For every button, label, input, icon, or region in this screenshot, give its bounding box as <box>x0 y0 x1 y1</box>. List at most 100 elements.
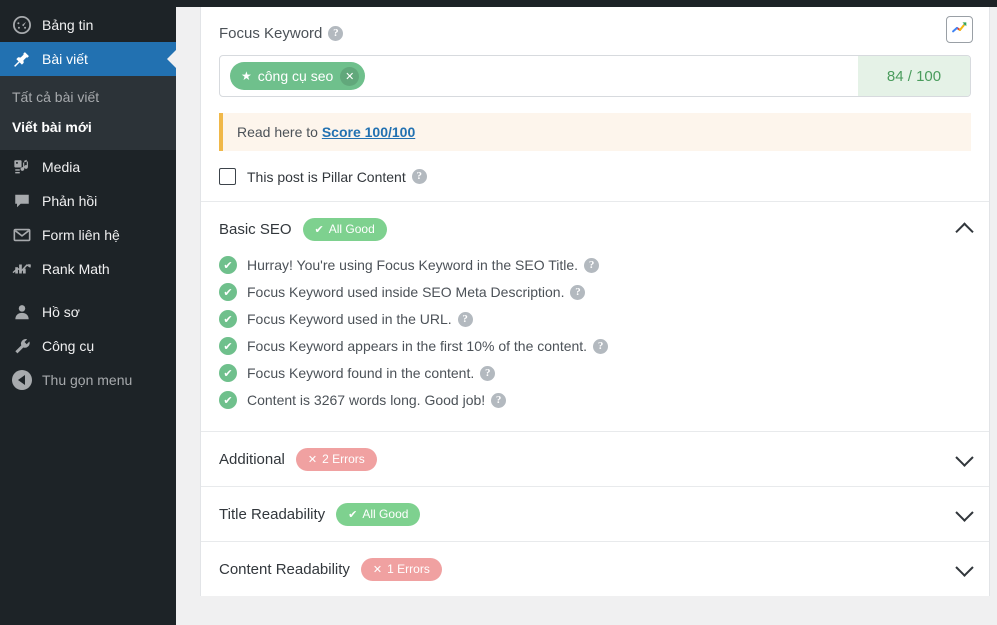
chevron-down-icon[interactable] <box>955 558 974 577</box>
submenu-item-new-post[interactable]: Viết bài mới <box>0 112 176 142</box>
focus-keyword-tag[interactable]: ★ công cụ seo ✕ <box>230 62 366 90</box>
help-icon[interactable]: ? <box>480 365 496 381</box>
wrench-icon <box>10 336 34 356</box>
help-icon[interactable]: ? <box>570 284 586 300</box>
section-additional: Additional ✕ 2 Errors <box>201 432 989 487</box>
focus-keyword-title: Focus Keyword <box>219 25 323 42</box>
close-icon: ✕ <box>307 453 318 466</box>
close-icon: ✕ <box>372 563 383 576</box>
score-notice: Read here to Score 100/100 <box>219 113 971 151</box>
sidebar-item-dashboard[interactable]: Bảng tin <box>0 8 176 42</box>
score-notice-text: Read here to <box>237 124 322 140</box>
focus-keyword-header: Focus Keyword ? <box>219 25 971 42</box>
help-icon[interactable]: ? <box>457 311 473 327</box>
section-title: Content Readability <box>219 560 350 578</box>
sidebar-item-profile[interactable]: Hồ sơ <box>0 295 176 329</box>
star-icon: ★ <box>241 69 252 83</box>
pin-icon <box>10 49 34 69</box>
media-icon <box>10 157 34 177</box>
section-header[interactable]: Additional ✕ 2 Errors <box>201 432 989 486</box>
remove-keyword-icon[interactable]: ✕ <box>340 66 360 86</box>
help-icon[interactable]: ? <box>584 257 600 273</box>
section-header[interactable]: Basic SEO ✔ All Good <box>201 202 989 256</box>
focus-keyword-tag-list: ★ công cụ seo ✕ <box>220 56 858 96</box>
focus-keyword-section: Focus Keyword ? ★ công cụ seo ✕ 84 / 100… <box>201 7 989 202</box>
chevron-down-icon[interactable] <box>955 448 974 467</box>
check-circle-icon: ✔ <box>219 256 237 274</box>
google-trends-icon <box>951 19 968 41</box>
score-notice-link[interactable]: Score 100/100 <box>322 124 415 140</box>
list-item: ✔ Focus Keyword appears in the first 10%… <box>219 337 971 355</box>
sidebar-item-media[interactable]: Media <box>0 150 176 184</box>
rank-math-icon <box>10 259 34 279</box>
focus-keyword-input[interactable]: ★ công cụ seo ✕ 84 / 100 <box>219 55 971 97</box>
dashboard-icon <box>10 15 34 35</box>
status-badge-label: All Good <box>362 507 409 521</box>
focus-keyword-tag-label: công cụ seo <box>257 68 334 84</box>
wordpress-admin-screen: Bảng tin Bài viết Tất cả bài viết Viết b… <box>0 0 997 625</box>
help-icon[interactable]: ? <box>411 169 427 184</box>
list-item-label: Focus Keyword used in the URL. <box>247 311 452 327</box>
section-header[interactable]: Title Readability ✔ All Good <box>201 487 989 541</box>
rank-math-seo-panel: Focus Keyword ? ★ công cụ seo ✕ 84 / 100… <box>200 7 990 596</box>
sidebar-item-label: Media <box>42 159 81 175</box>
sidebar-item-label: Bảng tin <box>42 17 94 33</box>
pillar-content-label: This post is Pillar Content <box>247 168 406 185</box>
status-badge: ✔ All Good <box>336 502 421 526</box>
check-circle-icon: ✔ <box>219 283 237 301</box>
collapse-menu-button[interactable]: Thu gọn menu <box>0 363 176 397</box>
check-circle-icon: ✔ <box>219 337 237 355</box>
collapse-left-icon <box>10 370 34 390</box>
check-circle-icon: ✔ <box>219 364 237 382</box>
sidebar-item-label: Hồ sơ <box>42 304 80 320</box>
check-icon: ✔ <box>348 508 358 521</box>
help-icon[interactable]: ? <box>328 26 344 41</box>
help-icon[interactable]: ? <box>491 392 507 408</box>
sidebar-item-contact-form[interactable]: Form liên hệ <box>0 218 176 252</box>
status-badge: ✕ 2 Errors <box>295 447 377 471</box>
list-item: ✔ Hurray! You're using Focus Keyword in … <box>219 256 971 274</box>
list-item-label: Focus Keyword used inside SEO Meta Descr… <box>247 284 565 300</box>
section-title-readability: Title Readability ✔ All Good <box>201 487 989 542</box>
sidebar-item-rank-math[interactable]: Rank Math <box>0 252 176 286</box>
status-badge: ✕ 1 Errors <box>360 557 442 581</box>
sidebar-item-label: Form liên hệ <box>42 227 120 243</box>
list-item-label: Focus Keyword found in the content. <box>247 365 475 381</box>
envelope-icon <box>10 225 34 245</box>
sidebar-item-tools[interactable]: Công cụ <box>0 329 176 363</box>
pillar-content-row[interactable]: This post is Pillar Content ? <box>219 168 971 185</box>
list-item: ✔ Focus Keyword found in the content. ? <box>219 364 971 382</box>
status-badge-label: 2 Errors <box>322 452 365 466</box>
main-content: Focus Keyword ? ★ công cụ seo ✕ 84 / 100… <box>176 0 997 625</box>
sidebar-item-comments[interactable]: Phản hồi <box>0 184 176 218</box>
collapse-menu-label: Thu gọn menu <box>42 372 133 388</box>
check-icon: ✔ <box>314 223 324 236</box>
section-title: Title Readability <box>219 505 326 523</box>
section-content-readability: Content Readability ✕ 1 Errors <box>201 542 989 596</box>
help-icon[interactable]: ? <box>593 338 609 354</box>
menu-separator <box>0 286 176 295</box>
check-circle-icon: ✔ <box>219 391 237 409</box>
chevron-down-icon[interactable] <box>955 503 974 522</box>
section-header[interactable]: Content Readability ✕ 1 Errors <box>201 542 989 596</box>
sidebar-item-label: Phản hồi <box>42 193 98 209</box>
comment-icon <box>10 191 34 211</box>
admin-top-bar <box>176 0 997 7</box>
chevron-up-icon[interactable] <box>955 222 974 241</box>
section-body: ✔ Hurray! You're using Focus Keyword in … <box>201 256 989 431</box>
sidebar-item-label: Rank Math <box>42 261 110 277</box>
section-basic-seo: Basic SEO ✔ All Good ✔ Hurray! You're us… <box>201 202 989 432</box>
google-trends-button[interactable] <box>946 16 973 43</box>
submenu-item-all-posts[interactable]: Tất cả bài viết <box>0 82 176 112</box>
status-badge-label: 1 Errors <box>387 562 430 576</box>
pillar-content-checkbox[interactable] <box>219 168 236 185</box>
posts-submenu: Tất cả bài viết Viết bài mới <box>0 76 176 150</box>
status-badge-label: All Good <box>328 222 375 236</box>
seo-score-value: 84 / 100 <box>858 56 970 96</box>
sidebar-item-posts[interactable]: Bài viết <box>0 42 176 76</box>
list-item-label: Content is 3267 words long. Good job! <box>247 392 486 408</box>
status-badge: ✔ All Good <box>302 217 387 241</box>
sidebar-item-label: Công cụ <box>42 338 95 354</box>
admin-sidebar: Bảng tin Bài viết Tất cả bài viết Viết b… <box>0 0 176 625</box>
list-item: ✔ Content is 3267 words long. Good job! … <box>219 391 971 409</box>
